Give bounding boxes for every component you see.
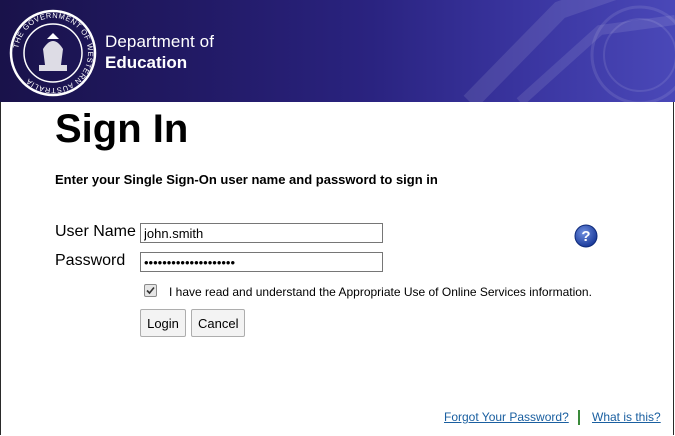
svg-text:?: ? bbox=[581, 228, 590, 245]
password-label: Password bbox=[55, 252, 126, 269]
department-name-line2: Education bbox=[105, 53, 188, 72]
sign-in-instruction: Enter your Single Sign-On user name and … bbox=[55, 172, 438, 187]
login-button[interactable]: Login bbox=[140, 309, 186, 337]
agree-checkbox[interactable] bbox=[144, 284, 157, 297]
password-input[interactable] bbox=[140, 252, 383, 272]
checkmark-icon bbox=[146, 286, 155, 295]
department-name-line1: Department of bbox=[105, 32, 215, 51]
username-input[interactable] bbox=[140, 223, 383, 243]
username-label: User Name bbox=[55, 223, 136, 240]
wa-government-seal-icon: THE GOVERNMENT OF WESTERN AUSTRALIA bbox=[9, 9, 97, 97]
help-question-icon[interactable]: ? bbox=[574, 224, 598, 248]
what-is-this-link[interactable]: What is this? bbox=[592, 410, 661, 424]
forgot-password-link[interactable]: Forgot Your Password? bbox=[444, 410, 569, 424]
header-banner: THE GOVERNMENT OF WESTERN AUSTRALIA Depa… bbox=[0, 0, 675, 102]
agree-checkbox-label[interactable]: I have read and understand the Appropria… bbox=[169, 285, 592, 299]
link-separator bbox=[578, 410, 580, 425]
cancel-button[interactable]: Cancel bbox=[191, 309, 245, 337]
banner-decoration bbox=[463, 0, 675, 102]
page-title: Sign In bbox=[55, 107, 189, 151]
